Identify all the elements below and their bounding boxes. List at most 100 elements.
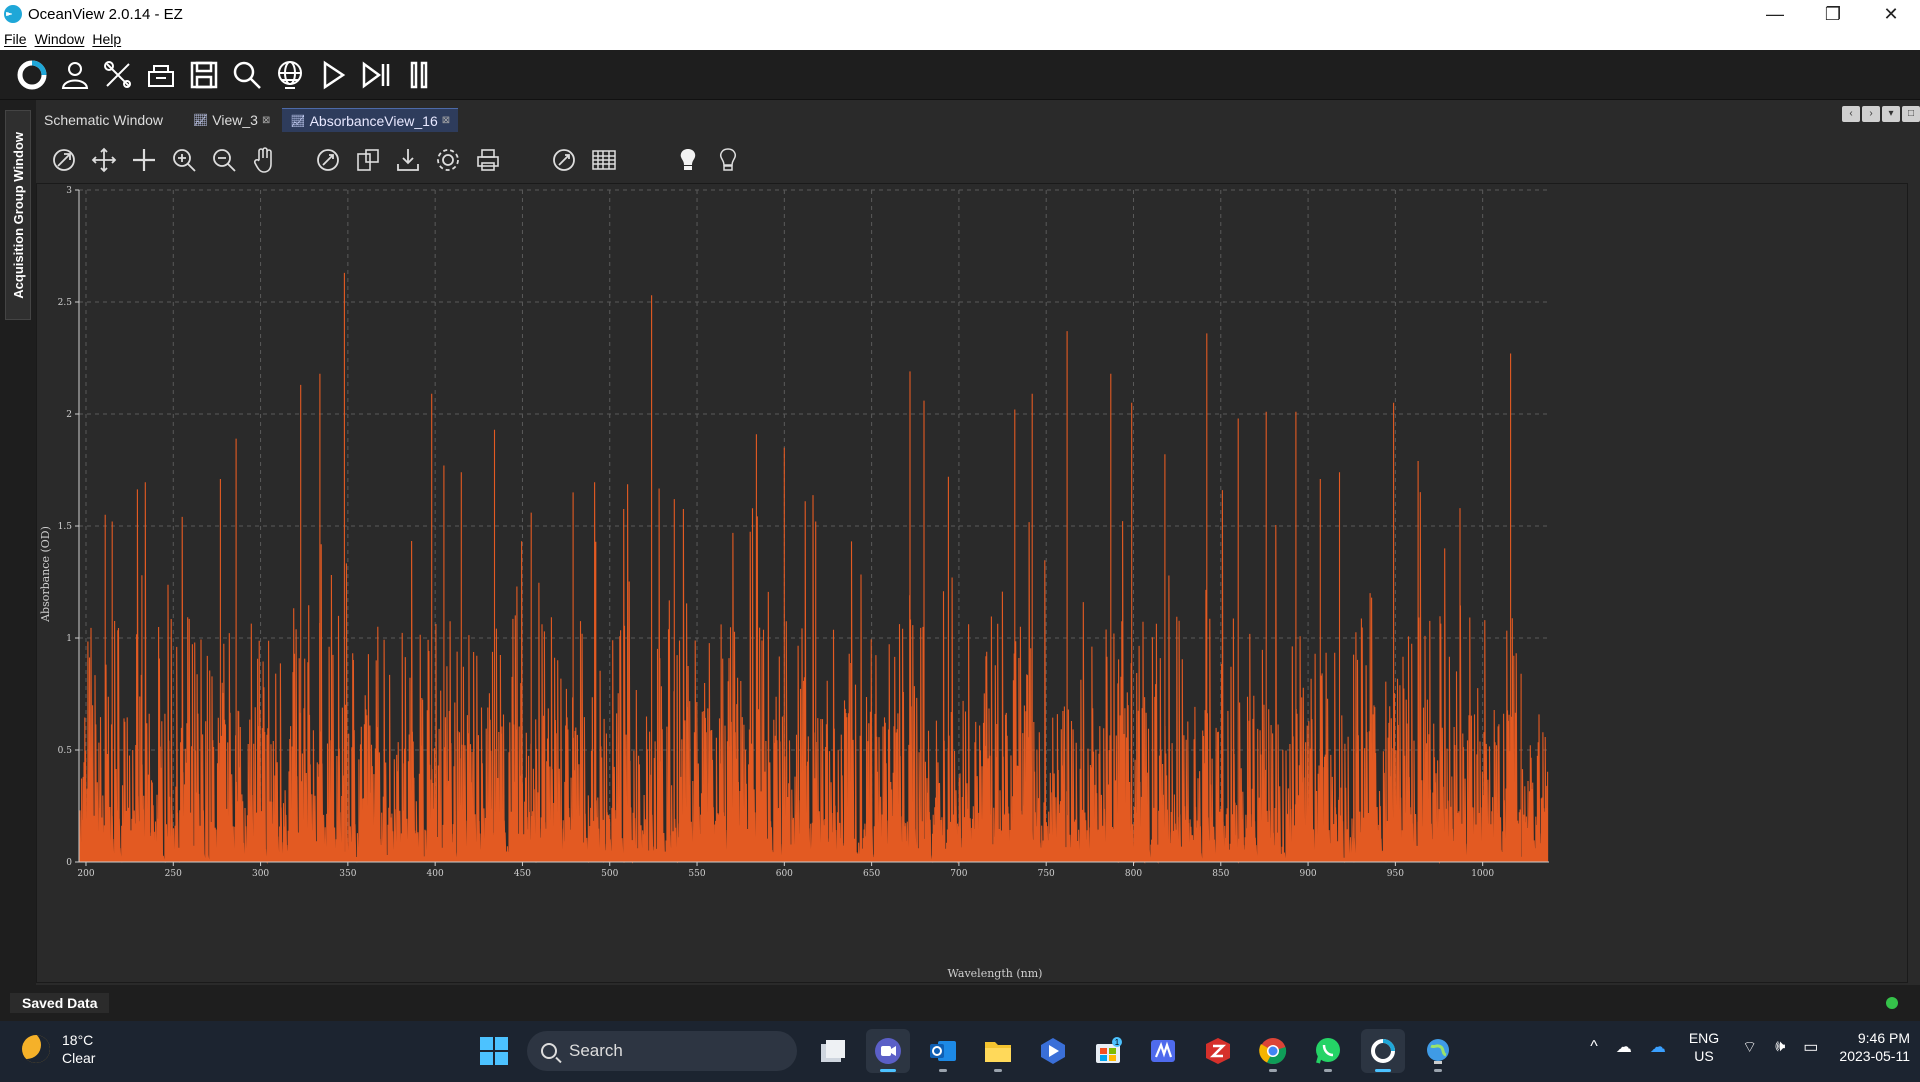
- cloud-icon[interactable]: ☁: [1616, 1037, 1632, 1057]
- y-tick-label: 2: [66, 410, 72, 420]
- menu-bar: File Window Help: [0, 28, 1920, 50]
- pan-icon[interactable]: [86, 142, 122, 178]
- view-maximize-button[interactable]: □: [1902, 106, 1920, 122]
- y-tick-label: 1: [66, 634, 72, 644]
- view-next-button[interactable]: ›: [1862, 106, 1880, 122]
- chart-icon: 📈︎: [290, 113, 306, 128]
- weather-temp: 18°C: [62, 1032, 94, 1048]
- web-icon[interactable]: [1416, 1029, 1460, 1073]
- user-icon[interactable]: [55, 55, 95, 95]
- volume-icon[interactable]: 🕪︎: [1775, 1038, 1785, 1056]
- chevron-up-icon[interactable]: ^: [1590, 1038, 1598, 1056]
- menu-window[interactable]: Window: [35, 31, 85, 47]
- print-icon[interactable]: [470, 142, 506, 178]
- outlook-icon[interactable]: [921, 1029, 965, 1073]
- close-icon[interactable]: ⊠: [262, 115, 270, 126]
- title-bar: OceanView 2.0.14 - EZ — ❐ ✕: [0, 0, 1920, 28]
- restore-button[interactable]: ❐: [1804, 0, 1862, 28]
- graph-toolbar: [46, 140, 750, 180]
- visual-icon[interactable]: [1031, 1029, 1075, 1073]
- y-tick-label: 1.5: [58, 522, 73, 532]
- settings-icon[interactable]: [430, 142, 466, 178]
- x-axis-label: Wavelength (nm): [948, 967, 1043, 980]
- weather-widget[interactable]: 18°C Clear: [22, 1031, 95, 1067]
- clock[interactable]: 9:46 PM 2023-05-11: [1839, 1029, 1910, 1065]
- saved-data-tab[interactable]: Saved Data: [10, 993, 110, 1013]
- oceanview-taskbar-icon[interactable]: [1361, 1029, 1405, 1073]
- table-icon[interactable]: [586, 142, 622, 178]
- y-tick-label: 3: [66, 186, 72, 196]
- wifi-icon[interactable]: ⌔: [1742, 1037, 1757, 1057]
- step-icon[interactable]: [356, 55, 396, 95]
- weather-desc: Clear: [62, 1050, 96, 1066]
- folder-icon[interactable]: [976, 1029, 1020, 1073]
- export-icon[interactable]: [390, 142, 426, 178]
- onedrive-icon[interactable]: ☁: [1650, 1037, 1666, 1057]
- oceanview-logo-icon[interactable]: [12, 55, 52, 95]
- x-tick-label: 600: [776, 869, 793, 879]
- light-on-icon[interactable]: [670, 142, 706, 178]
- menu-help[interactable]: Help: [92, 31, 121, 47]
- device-icon[interactable]: [141, 55, 181, 95]
- tab-view-3[interactable]: 📈︎ View_3 ⊠: [185, 108, 278, 132]
- oceanview-app-icon: [4, 5, 22, 23]
- globe-icon[interactable]: [270, 55, 310, 95]
- absorbance-chart[interactable]: 200 250 300 350 400 450 500 550 600 650 700 750 800 8…: [37, 184, 1907, 982]
- window-title: OceanView 2.0.14 - EZ: [28, 5, 183, 23]
- close-icon[interactable]: ⊠: [442, 115, 450, 126]
- file-explorer-small-icon[interactable]: [811, 1029, 855, 1073]
- red-app-icon[interactable]: [1196, 1029, 1240, 1073]
- tab-schematic-window[interactable]: Schematic Window: [36, 108, 171, 132]
- windows-start-icon[interactable]: [472, 1029, 516, 1073]
- lang-bottom: US: [1694, 1048, 1714, 1064]
- whatsapp-icon[interactable]: [1306, 1029, 1350, 1073]
- y-tick-label: 0.5: [58, 746, 73, 756]
- view-prev-button[interactable]: ‹: [1842, 106, 1860, 122]
- chrome-icon[interactable]: [1251, 1029, 1295, 1073]
- taskbar: 18°C Clear Search 1 ^ ☁ ☁ ENG US ⌔ 🕪︎ ▭ …: [0, 1021, 1920, 1082]
- y-tick-label: 0: [66, 858, 72, 868]
- close-button[interactable]: ✕: [1862, 0, 1920, 28]
- play-icon[interactable]: [313, 55, 353, 95]
- tab-absorbance-view-16[interactable]: 📈︎ AbsorbanceView_16 ⊠: [282, 108, 459, 132]
- tab-label: AbsorbanceView_16: [309, 112, 438, 129]
- taskbar-search[interactable]: Search: [527, 1031, 797, 1071]
- acquisition-group-tab[interactable]: Acquisition Group Window: [5, 110, 31, 320]
- save-icon[interactable]: [184, 55, 224, 95]
- autoscale-icon[interactable]: [46, 142, 82, 178]
- battery-icon[interactable]: ▭: [1803, 1037, 1818, 1057]
- lang-top: ENG: [1688, 1030, 1720, 1046]
- light-off-icon[interactable]: [710, 142, 746, 178]
- x-tick-label: 650: [863, 869, 880, 879]
- view-tab-bar: Schematic Window 📈︎ View_3 ⊠ 📈︎ Absorban…: [36, 106, 1920, 132]
- zoom-in-icon[interactable]: [166, 142, 202, 178]
- pause-icon[interactable]: [399, 55, 439, 95]
- clock-time: 9:46 PM: [1857, 1030, 1910, 1046]
- chart-icon: 📈︎: [193, 113, 209, 127]
- x-tick-label: 950: [1387, 869, 1404, 879]
- view-controls: ‹ › ▾ □: [1840, 106, 1920, 122]
- clock-date: 2023-05-11: [1839, 1048, 1910, 1064]
- zoom-out-icon[interactable]: [206, 142, 242, 178]
- hand-icon[interactable]: [246, 142, 282, 178]
- teams-icon[interactable]: [866, 1029, 910, 1073]
- overlay-icon[interactable]: [546, 142, 582, 178]
- absorbance-line: [79, 272, 1549, 865]
- menu-file[interactable]: File: [4, 31, 27, 47]
- store-icon[interactable]: 1: [1086, 1029, 1130, 1073]
- language-indicator[interactable]: ENG US: [1689, 1029, 1719, 1065]
- reset-icon[interactable]: [310, 142, 346, 178]
- ms-app-icon[interactable]: [1141, 1029, 1185, 1073]
- search-icon[interactable]: [227, 55, 267, 95]
- x-tick-label: 900: [1299, 869, 1316, 879]
- tools-icon[interactable]: [98, 55, 138, 95]
- x-tick-label: 850: [1212, 869, 1229, 879]
- x-tick-label: 400: [427, 869, 444, 879]
- plot-panel[interactable]: 200 250 300 350 400 450 500 550 600 650 700 750 800 8…: [36, 183, 1908, 983]
- view-menu-button[interactable]: ▾: [1882, 106, 1900, 122]
- copy-icon[interactable]: [350, 142, 386, 178]
- move-icon[interactable]: [126, 142, 162, 178]
- main-toolbar: [0, 50, 1920, 100]
- minimize-button[interactable]: —: [1746, 0, 1804, 28]
- moon-icon: [22, 1035, 50, 1063]
